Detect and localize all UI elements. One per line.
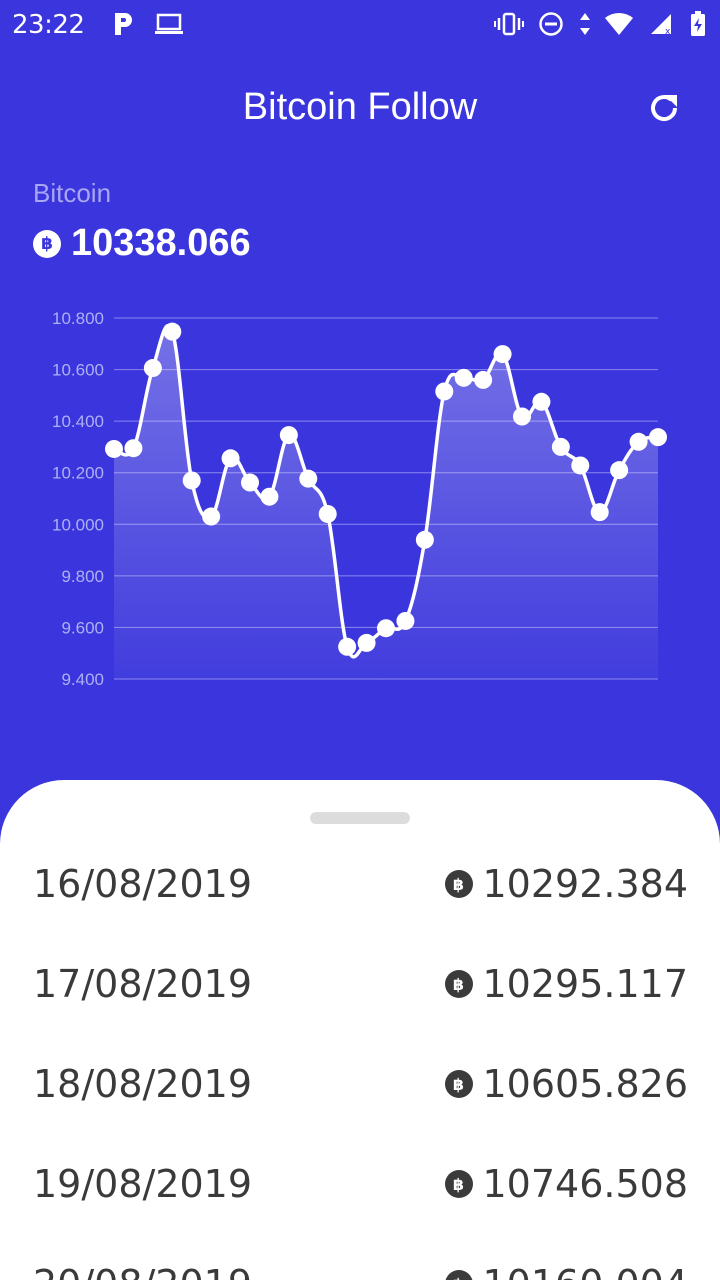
bitcoin-symbol: ฿ (453, 1275, 464, 1280)
data-point (571, 456, 590, 475)
history-sheet[interactable]: 16/08/2019 ฿ 10292.384 17/08/2019 ฿ 10295.117… (0, 780, 720, 1280)
data-point (357, 633, 376, 652)
y-tick-label: 10.800 (52, 309, 104, 328)
row-date: 20/08/2019 (33, 1262, 252, 1280)
data-point (396, 611, 415, 630)
laptop-icon (154, 9, 184, 39)
price-chart: 10.800 10.600 10.400 10.200 10.000 9.800 9.600… (52, 309, 667, 689)
history-row[interactable]: 18/08/2019 ฿ 10605.826 (0, 980, 720, 1106)
app-title: Bitcoin Follow (242, 86, 478, 128)
y-tick-label: 10.200 (52, 464, 104, 483)
refresh-icon (651, 95, 678, 122)
dnd-icon (536, 9, 566, 39)
row-value-group: ฿ 10160.004 (444, 1262, 689, 1280)
battery-icon (688, 9, 708, 39)
y-tick-label: 10.400 (52, 412, 104, 431)
bitcoin-icon: ฿ (444, 1270, 473, 1280)
data-point (163, 322, 182, 341)
data-point (105, 439, 123, 458)
data-point (610, 461, 629, 480)
status-time: 23:22 (12, 10, 85, 40)
data-point (221, 449, 240, 468)
app-bar: Bitcoin Follow (0, 60, 720, 160)
data-point (299, 469, 318, 488)
vibrate-icon (494, 9, 524, 39)
coin-price-row: ฿ 10338.066 (33, 222, 251, 265)
data-point (532, 392, 551, 411)
data-point (241, 473, 259, 492)
data-point (435, 382, 454, 401)
history-row[interactable]: 19/08/2019 ฿ 10746.508 (0, 1080, 720, 1206)
data-point (629, 432, 648, 451)
y-tick-label: 9.800 (61, 567, 104, 586)
data-point (590, 503, 609, 522)
y-tick-label: 10.000 (52, 515, 104, 534)
coin-label: Bitcoin (33, 178, 112, 208)
data-point (182, 471, 201, 490)
row-value: 10160.004 (483, 1262, 689, 1280)
data-point (513, 407, 531, 426)
data-point (318, 504, 337, 523)
status-left-icons (108, 9, 184, 39)
wifi-icon (604, 9, 634, 39)
refresh-button[interactable] (644, 88, 684, 128)
data-point (260, 487, 279, 506)
history-row[interactable]: 20/08/2019 ฿ 10160.004 (0, 1180, 720, 1280)
data-point (279, 426, 298, 445)
data-point (202, 507, 221, 526)
status-right-icons: x (494, 9, 708, 39)
y-tick-label: 9.400 (61, 670, 104, 689)
y-tick-label: 9.600 (61, 618, 104, 637)
data-point (377, 619, 395, 638)
svg-text:x: x (665, 27, 671, 36)
data-arrows-icon (578, 9, 592, 39)
data-point (649, 428, 667, 447)
data-point (551, 437, 570, 456)
current-price: 10338.066 (71, 222, 251, 264)
data-point (454, 368, 473, 387)
status-bar: 23:22 x (0, 0, 720, 50)
bitcoin-icon: ฿ (33, 229, 61, 258)
data-point (493, 345, 512, 364)
p-icon (108, 9, 138, 39)
bitcoin-symbol: ฿ (41, 233, 53, 254)
data-point (124, 439, 143, 458)
data-point (338, 637, 357, 656)
y-tick-label: 10.600 (52, 361, 104, 380)
data-point (474, 370, 493, 389)
history-row[interactable]: 16/08/2019 ฿ 10292.384 (0, 780, 720, 906)
signal-icon: x (646, 9, 676, 39)
data-point (143, 359, 162, 378)
history-row[interactable]: 17/08/2019 ฿ 10295.117 (0, 880, 720, 1006)
data-point (415, 530, 434, 549)
